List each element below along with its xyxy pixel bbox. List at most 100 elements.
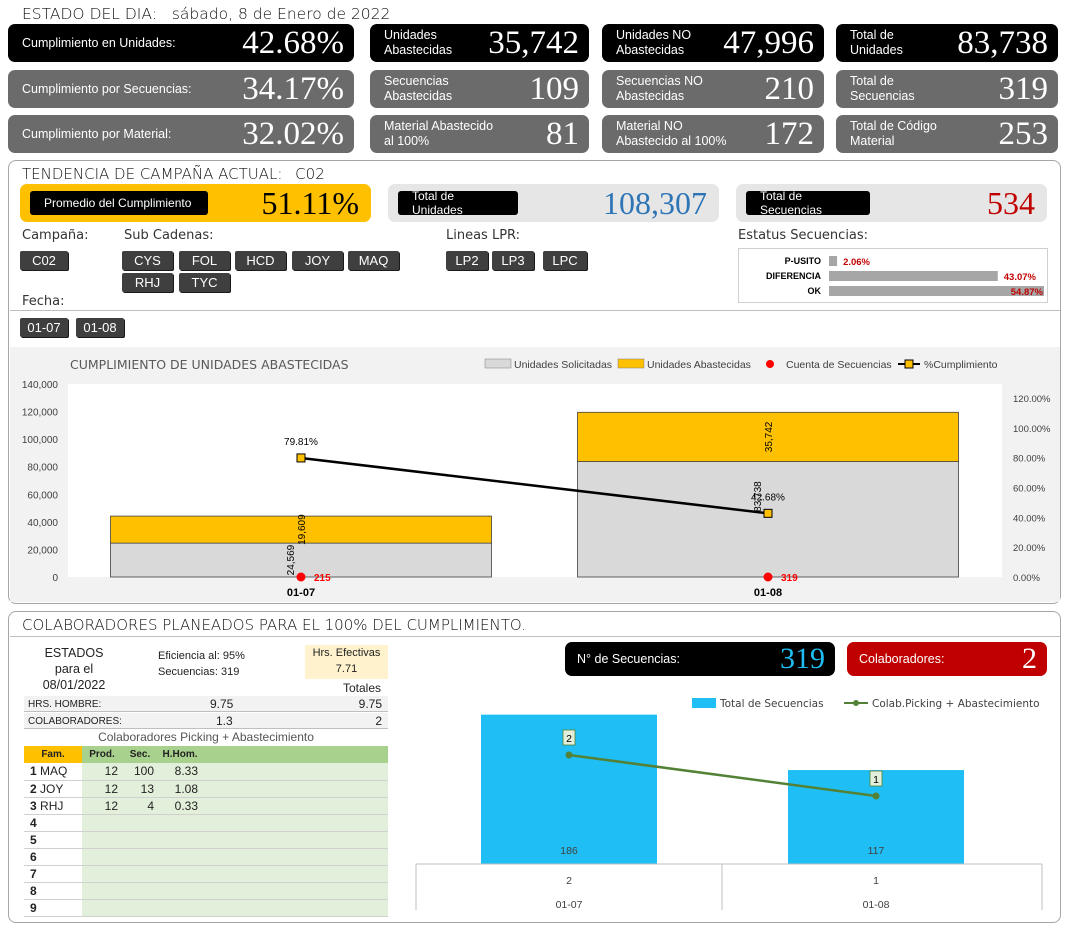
- x-subcategory-label: 1: [873, 875, 879, 887]
- divider: [10, 310, 1060, 311]
- x-category-label: 01-07: [287, 587, 315, 599]
- table-row: 2 JOY 12 13 1.08: [24, 780, 388, 797]
- subcadenas-label: Sub Cadenas:: [124, 228, 214, 243]
- y2-tick-label: 20.00%: [1013, 543, 1046, 554]
- fam-cell: 1 MAQ: [24, 763, 82, 780]
- kpi-card: Secuencias NO Abastecidas 210: [602, 70, 824, 108]
- fam-cell: 7: [24, 865, 82, 882]
- estatus-value: 2.06%: [843, 257, 870, 268]
- fam-cell: [82, 814, 122, 831]
- legend-label: Unidades Abastecidas: [647, 359, 751, 371]
- fam-header-cell: Fam.: [24, 746, 82, 763]
- fam-cell: [202, 865, 388, 882]
- kpi-card: Total de Secuencias 319: [836, 70, 1058, 108]
- kpi-value: 35,742: [488, 24, 579, 61]
- fam-cell: [202, 780, 388, 797]
- fam-cell: 6: [24, 848, 82, 865]
- slicer-linea[interactable]: LP3: [492, 251, 534, 270]
- fam-cell: [202, 882, 388, 899]
- fam-cell: 12: [82, 797, 122, 814]
- slicer-fecha[interactable]: 01-07: [20, 318, 68, 337]
- fam-cell: [202, 763, 388, 780]
- fam-cell: [158, 814, 202, 831]
- fam-cell: 4: [24, 814, 82, 831]
- avg-value: 51.11%: [261, 184, 359, 221]
- kpi-value: 32.02%: [242, 115, 344, 152]
- fam-table-grid: Fam. Prod. Sec. H.Hom. 1 MAQ 12 100 8.33 2 JOY 12…: [24, 746, 388, 917]
- y2-tick-label: 0.00%: [1013, 573, 1040, 584]
- secuencias-dot: [296, 572, 306, 582]
- fam-header-cell: [202, 746, 388, 763]
- estatus-chart: P-USITO 2.06% DIFERENCIA 43.07% OK 54.87%: [738, 248, 1048, 303]
- kpi-value: 253: [998, 115, 1049, 152]
- fam-cell: [158, 831, 202, 848]
- slicer-subcadena[interactable]: CYS: [122, 251, 173, 270]
- avg-pill: Promedio del Cumplimiento 51.11%: [20, 184, 371, 222]
- fam-cell: [122, 831, 158, 848]
- y-tick-label: 80,000: [27, 463, 58, 474]
- fam-cell: [122, 899, 158, 916]
- slicer-fecha[interactable]: 01-08: [76, 318, 124, 337]
- fam-cell: [158, 865, 202, 882]
- y2-tick-label: 60.00%: [1013, 484, 1046, 495]
- kpi-card: Total de Unidades 83,738: [836, 24, 1058, 62]
- kpi-card: Total de Código Material 253: [836, 115, 1058, 153]
- bar-solicitadas: [577, 461, 959, 578]
- seq-pill: Total de Secuencias 534: [736, 184, 1047, 222]
- table-row: 5: [24, 831, 388, 848]
- slicer-subcadena[interactable]: JOY: [292, 251, 343, 270]
- slicer-subcadena[interactable]: MAQ: [348, 251, 399, 270]
- fam-cell: 9: [24, 899, 82, 916]
- fam-cell: 0.33: [158, 797, 202, 814]
- chart-title: CUMPLIMIENTO DE UNIDADES ABASTECIDAS: [70, 357, 349, 372]
- slicer-subcadena[interactable]: TYC: [179, 273, 230, 292]
- fam-cell: 12: [82, 763, 122, 780]
- kpi-value: 210: [764, 70, 815, 107]
- fam-cell: [122, 865, 158, 882]
- y-tick-label: 120,000: [22, 408, 59, 419]
- page-title: ESTADO DEL DIA: sábado, 8 de Enero de 20…: [22, 5, 390, 23]
- fam-cell: 1.08: [158, 780, 202, 797]
- kpi-card: Unidades Abastecidas 35,742: [370, 24, 589, 62]
- colab-value: 2: [1022, 642, 1037, 675]
- legend-swatch: [766, 360, 774, 368]
- fam-cell: [82, 831, 122, 848]
- fam-cell: 2 JOY: [24, 780, 82, 797]
- legend-label: Cuenta de Secuencias: [786, 359, 892, 371]
- fam-cell: [202, 848, 388, 865]
- y-tick-label: 100,000: [22, 435, 59, 446]
- table-row: 8: [24, 882, 388, 899]
- slicer-subcadena[interactable]: FOL: [179, 251, 230, 270]
- slicer-campana[interactable]: C02: [20, 251, 68, 270]
- colab-marker: [872, 792, 880, 800]
- slicer-subcadena[interactable]: HCD: [235, 251, 286, 270]
- table-row: 3 RHJ 12 4 0.33: [24, 797, 388, 814]
- hrs-hombre-row: HRS. HOMBRE: 9.75 9.75: [24, 696, 388, 712]
- slicer-linea[interactable]: LPC: [543, 251, 587, 270]
- kpi-card: Unidades NO Abastecidas 47,996: [602, 24, 824, 62]
- fam-cell: 8.33: [158, 763, 202, 780]
- eficiencia-block: Eficiencia al: 95% Secuencias: 319: [158, 650, 245, 678]
- slicer-linea[interactable]: LP2: [446, 251, 488, 270]
- kpi-value: 319: [998, 70, 1049, 107]
- legend-label: %Cumplimiento: [924, 359, 998, 371]
- legend-label: Total de Secuencias: [719, 698, 824, 710]
- cumplimiento-marker: [296, 453, 306, 463]
- fam-cell: [158, 848, 202, 865]
- colab-label: 1: [873, 774, 879, 786]
- kpi-label: Unidades Abastecidas: [384, 28, 453, 57]
- hrs-efectivas: Hrs. Efectivas 7.71: [305, 645, 388, 679]
- units-value: 108,307: [603, 184, 707, 221]
- fam-cell: [82, 848, 122, 865]
- x-category-label: 01-07: [556, 899, 583, 911]
- y2-tick-label: 100.00%: [1013, 424, 1051, 435]
- fecha-label: Fecha:: [22, 294, 65, 309]
- table-row: 9: [24, 899, 388, 916]
- bar-solicitadas: [110, 542, 492, 578]
- kpi-label: Total de Secuencias: [850, 74, 915, 103]
- slicer-subcadena[interactable]: RHJ: [122, 273, 173, 292]
- y2-tick-label: 120.00%: [1013, 394, 1051, 405]
- fam-cell: 12: [82, 780, 122, 797]
- kpi-label: Cumplimiento por Secuencias:: [22, 81, 192, 96]
- estatus-row-label: DIFERENCIA: [766, 271, 822, 281]
